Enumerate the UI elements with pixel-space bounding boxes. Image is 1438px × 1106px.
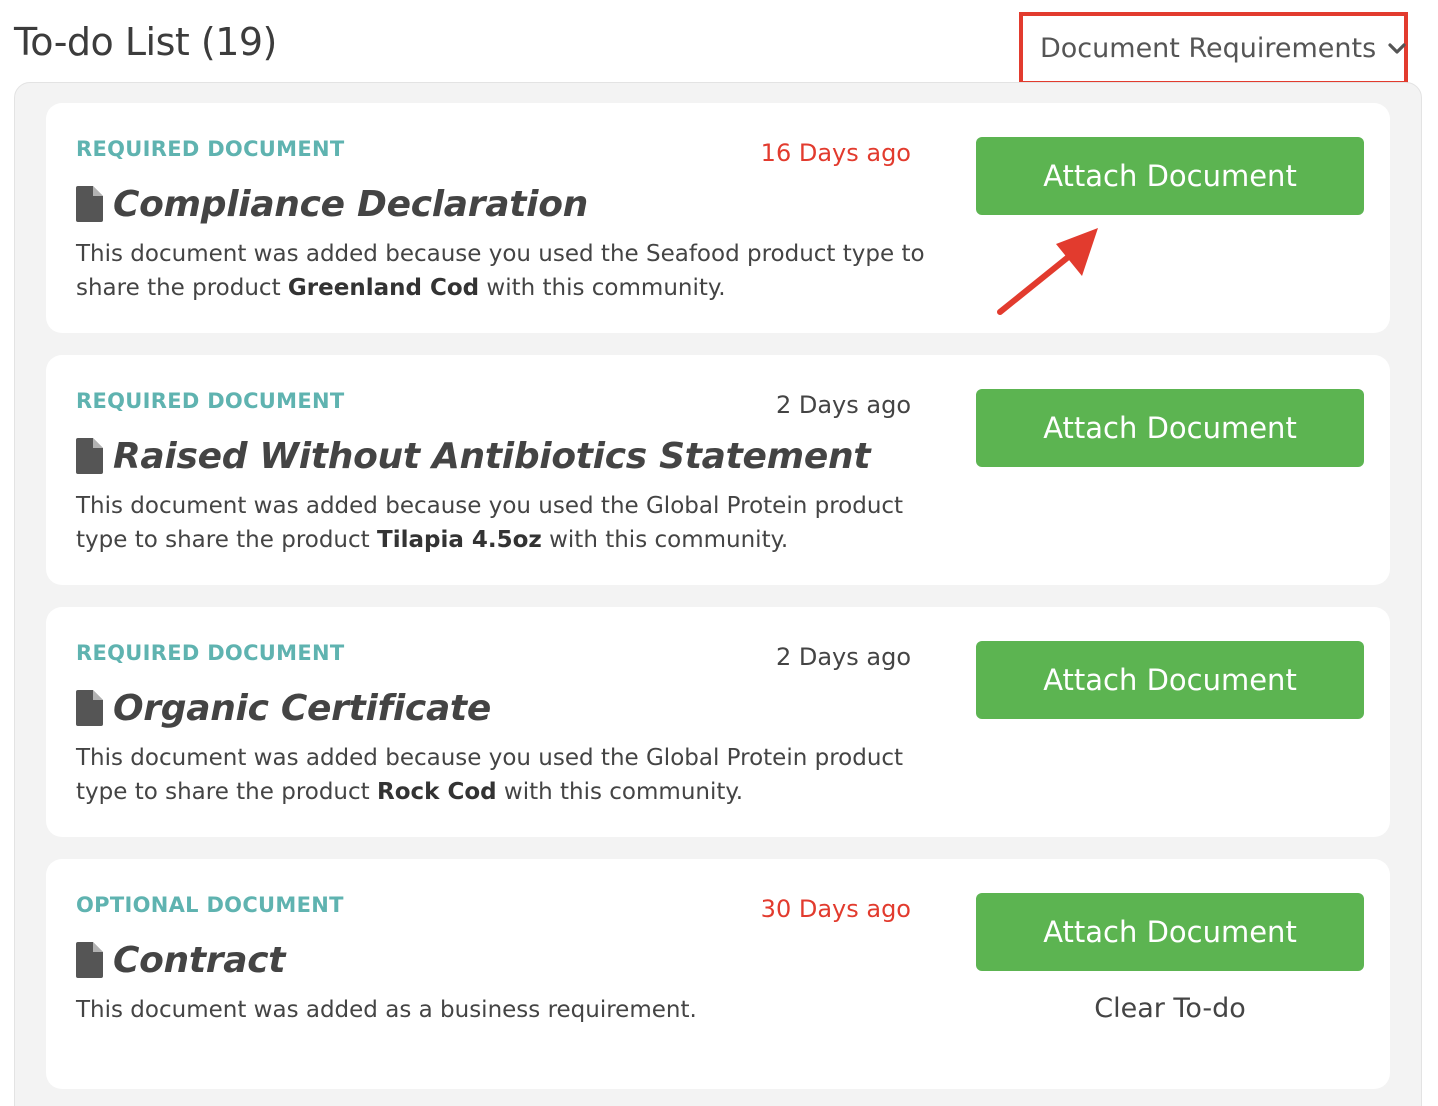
document-icon xyxy=(76,186,103,222)
document-title-row: Organic Certificate xyxy=(76,685,491,731)
document-title-row: Contract xyxy=(76,937,285,983)
document-icon xyxy=(76,690,103,726)
description-text-end: with this community. xyxy=(496,779,744,805)
todo-filter-dropdown[interactable]: Document Requirements xyxy=(1040,28,1408,68)
attach-document-button[interactable]: Attach Document xyxy=(976,137,1364,215)
page-title: To-do List (19) xyxy=(14,20,277,64)
todo-age: 2 Days ago xyxy=(775,391,911,419)
chevron-down-icon xyxy=(1388,43,1406,54)
todo-filter-selected-label: Document Requirements xyxy=(1040,32,1377,64)
todo-card: REQUIRED DOCUMENT 16 Days ago Compliance D… xyxy=(46,103,1390,333)
attach-document-button[interactable]: Attach Document xyxy=(976,641,1364,719)
document-icon xyxy=(76,942,103,978)
todo-page: To-do List (19) Document Requirements RE… xyxy=(0,0,1438,1106)
description-text-end: with this community. xyxy=(479,275,726,301)
attach-document-button[interactable]: Attach Document xyxy=(976,389,1364,467)
document-type-badge: REQUIRED DOCUMENT xyxy=(76,137,345,161)
description-text: This document was added as a business re… xyxy=(76,997,697,1023)
document-description: This document was added as a business re… xyxy=(76,993,926,1027)
todo-age: 30 Days ago xyxy=(760,895,911,923)
product-name: Greenland Cod xyxy=(287,275,480,301)
product-name: Rock Cod xyxy=(377,779,497,805)
document-title: Contract xyxy=(113,939,286,981)
document-type-badge: OPTIONAL DOCUMENT xyxy=(76,893,344,917)
todo-card: REQUIRED DOCUMENT 2 Days ago Organic Certi… xyxy=(46,607,1390,837)
document-type-badge: REQUIRED DOCUMENT xyxy=(76,641,345,665)
document-title-row: Raised Without Antibiotics Statement xyxy=(76,433,871,479)
clear-todo-link[interactable]: Clear To-do xyxy=(976,993,1364,1024)
document-icon xyxy=(76,438,103,474)
todo-age: 2 Days ago xyxy=(775,643,911,671)
document-title-row: Compliance Declaration xyxy=(76,181,588,227)
document-title: Compliance Declaration xyxy=(113,183,588,225)
todo-card: REQUIRED DOCUMENT 2 Days ago Raised Withou… xyxy=(46,355,1390,585)
document-description: This document was added because you used… xyxy=(76,741,926,809)
description-text-end: with this community. xyxy=(541,527,789,553)
product-name: Tilapia 4.5oz xyxy=(377,527,542,553)
todo-card: OPTIONAL DOCUMENT 30 Days ago Contract This… xyxy=(46,859,1390,1089)
document-description: This document was added because you used… xyxy=(76,237,926,305)
document-title: Raised Without Antibiotics Statement xyxy=(113,435,871,477)
document-description: This document was added because you used… xyxy=(76,489,926,557)
attach-document-button[interactable]: Attach Document xyxy=(976,893,1364,971)
document-title: Organic Certificate xyxy=(113,687,491,729)
document-type-badge: REQUIRED DOCUMENT xyxy=(76,389,345,413)
todo-age: 16 Days ago xyxy=(760,139,911,167)
annotation-arrow xyxy=(997,228,1098,315)
